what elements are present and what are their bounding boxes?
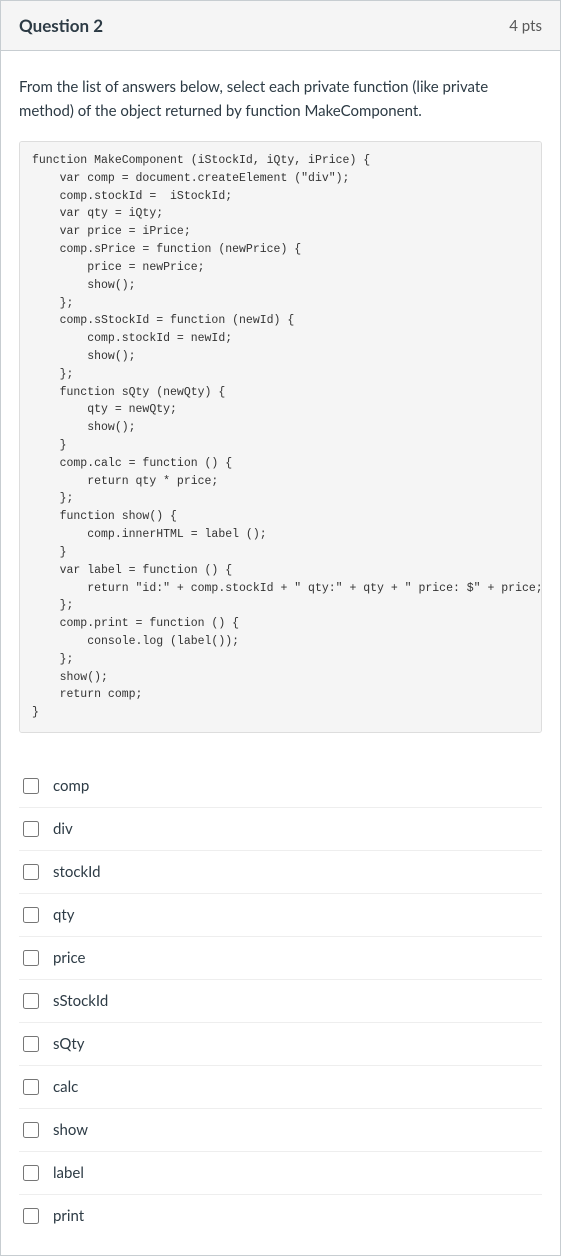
answer-checkbox[interactable]: [23, 821, 39, 837]
answer-checkbox[interactable]: [23, 1208, 39, 1224]
answer-checkbox[interactable]: [23, 1165, 39, 1181]
code-block: function MakeComponent (iStockId, iQty, …: [19, 141, 542, 733]
answer-checkbox[interactable]: [23, 950, 39, 966]
answer-option[interactable]: sQty: [19, 1023, 542, 1066]
answer-option[interactable]: comp: [19, 765, 542, 808]
answer-label: print: [53, 1207, 84, 1225]
question-prompt: From the list of answers below, select e…: [19, 75, 542, 123]
answer-label: sQty: [53, 1035, 84, 1053]
answer-checkbox[interactable]: [23, 1122, 39, 1138]
answer-option[interactable]: price: [19, 937, 542, 980]
answer-option[interactable]: print: [19, 1195, 542, 1237]
answer-option[interactable]: sStockId: [19, 980, 542, 1023]
answer-checkbox[interactable]: [23, 778, 39, 794]
question-card: Question 2 4 pts From the list of answer…: [0, 0, 561, 1256]
question-body: From the list of answers below, select e…: [1, 51, 560, 1255]
answer-label: qty: [53, 906, 75, 924]
answer-label: comp: [53, 777, 89, 795]
answer-label: price: [53, 949, 85, 967]
answer-option[interactable]: stockId: [19, 851, 542, 894]
answer-option[interactable]: qty: [19, 894, 542, 937]
answer-option[interactable]: calc: [19, 1066, 542, 1109]
answer-checkbox[interactable]: [23, 864, 39, 880]
answer-checkbox[interactable]: [23, 993, 39, 1009]
answer-label: sStockId: [53, 992, 108, 1010]
answer-list: comp div stockId qty price sStockId: [19, 765, 542, 1237]
question-points: 4 pts: [509, 17, 542, 35]
answer-option[interactable]: div: [19, 808, 542, 851]
answer-option[interactable]: show: [19, 1109, 542, 1152]
answer-label: calc: [53, 1078, 78, 1096]
answer-option[interactable]: label: [19, 1152, 542, 1195]
answer-checkbox[interactable]: [23, 907, 39, 923]
answer-checkbox[interactable]: [23, 1079, 39, 1095]
answer-label: label: [53, 1164, 84, 1182]
question-header: Question 2 4 pts: [1, 1, 560, 51]
answer-checkbox[interactable]: [23, 1036, 39, 1052]
answer-label: stockId: [53, 863, 101, 881]
answer-label: show: [53, 1121, 88, 1139]
question-title: Question 2: [19, 15, 103, 36]
answer-label: div: [53, 820, 73, 838]
